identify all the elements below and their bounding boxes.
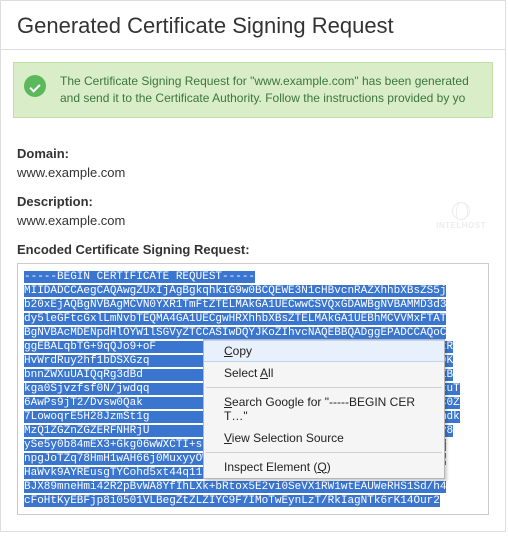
ctx-view-source[interactable]: View Selection Source (204, 427, 444, 449)
csr-line: MIIDADCCAegCAQAwgZUxIjAgBgkqhkiG9w0BCQEW… (24, 284, 482, 298)
csr-line: BJX89mneHmi42R2pBvWA8YfIhLXk+bRtox5E2vi0… (24, 480, 482, 494)
domain-label: Domain: (17, 146, 489, 161)
csr-line: BgNVBAcMDENpdHlOYW1lSGVyZTCCASIwDQYJKoZI… (24, 326, 482, 340)
globe-icon (452, 202, 470, 220)
ctx-search-google[interactable]: Search Google for "-----BEGIN CERT…" (204, 391, 444, 427)
brand-watermark: INTELHOST (436, 202, 486, 230)
domain-value: www.example.com (17, 165, 489, 180)
ctx-inspect[interactable]: Inspect Element (Q) (204, 456, 444, 478)
ctx-separator (206, 387, 442, 388)
ctx-select-all[interactable]: Select All (204, 362, 444, 384)
csr-textarea[interactable]: -----BEGIN CERTIFICATE REQUEST-----MIIDA… (17, 263, 489, 515)
csr-line: b20xEjAQBgNVBAgMCVN0YXR1TmFtZTELMAkGA1UE… (24, 298, 482, 312)
csr-label: Encoded Certificate Signing Request: (17, 242, 489, 257)
success-alert: The Certificate Signing Request for "www… (13, 62, 493, 118)
csr-line: -----BEGIN CERTIFICATE REQUEST----- (24, 270, 482, 284)
ctx-copy[interactable]: Copy (204, 340, 444, 362)
csr-line: cFoHtKyEBFjp8i0501VLBegZtZLZIYC9F7IMoTwE… (24, 494, 482, 508)
csr-line: dy5leGFtcGxlLmNvbTEQMA4GA1UECgwHRXhhbXBs… (24, 312, 482, 326)
page-title: Generated Certificate Signing Request (1, 1, 505, 50)
ctx-separator (206, 452, 442, 453)
description-value: www.example.com (17, 213, 489, 228)
context-menu: Copy Select All Search Google for "-----… (203, 339, 445, 479)
description-label: Description: (17, 194, 489, 209)
check-circle-icon (24, 75, 46, 97)
alert-text: The Certificate Signing Request for "www… (60, 74, 469, 105)
